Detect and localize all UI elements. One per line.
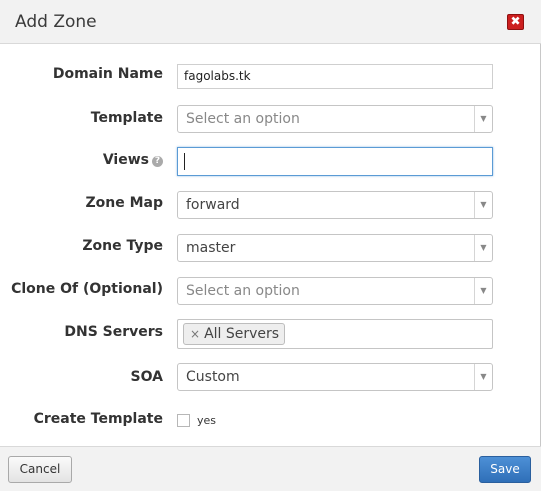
dns-servers-multiselect[interactable]: × All Servers: [177, 319, 493, 349]
clone-of-select-value: Select an option: [186, 283, 300, 299]
clone-of-select[interactable]: Select an option ▼: [177, 277, 493, 305]
domain-name-label: Domain Name: [52, 66, 163, 82]
views-input[interactable]: [177, 147, 493, 176]
create-template-checkbox-label: yes: [197, 414, 217, 427]
close-icon[interactable]: ✖: [507, 14, 524, 30]
dialog-header: Add Zone ✖: [0, 0, 541, 44]
dns-server-tag: × All Servers: [183, 323, 286, 345]
template-select[interactable]: Select an option ▼: [177, 105, 493, 133]
create-template-label: Create Template: [33, 411, 163, 427]
zone-type-select-value: master: [186, 240, 236, 256]
question-circle-icon[interactable]: ?: [152, 156, 163, 167]
chevron-down-icon: ▼: [474, 192, 492, 218]
chevron-down-icon: ▼: [474, 235, 492, 261]
chevron-down-icon: ▼: [474, 278, 492, 304]
dialog-footer: Cancel Save: [0, 446, 541, 491]
tag-remove-icon[interactable]: ×: [190, 327, 200, 341]
create-template-checkbox[interactable]: [177, 414, 190, 427]
template-label: Template: [90, 110, 163, 126]
chevron-down-icon: ▼: [474, 106, 492, 132]
cancel-button[interactable]: Cancel: [8, 456, 72, 483]
zone-map-select-value: forward: [186, 197, 240, 213]
soa-select[interactable]: Custom ▼: [177, 363, 493, 391]
zone-type-label: Zone Type: [82, 238, 163, 254]
clone-of-label: Clone Of (Optional): [11, 281, 163, 297]
domain-name-input[interactable]: fagolabs.tk: [177, 64, 493, 89]
add-zone-dialog: Add Zone ✖ Domain Name fagolabs.tk Templ…: [0, 0, 541, 491]
chevron-down-icon: ▼: [474, 364, 492, 390]
save-button[interactable]: Save: [479, 456, 531, 483]
dns-server-tag-label: All Servers: [204, 326, 280, 342]
views-label-wrap: Views?: [103, 152, 163, 168]
soa-label: SOA: [130, 369, 163, 385]
template-select-value: Select an option: [186, 111, 300, 127]
dialog-title: Add Zone: [15, 12, 97, 32]
text-caret: [184, 153, 185, 170]
zone-map-select[interactable]: forward ▼: [177, 191, 493, 219]
soa-select-value: Custom: [186, 369, 240, 385]
views-label: Views: [102, 152, 149, 168]
dns-servers-label: DNS Servers: [64, 324, 163, 340]
zone-type-select[interactable]: master ▼: [177, 234, 493, 262]
zone-map-label: Zone Map: [85, 195, 163, 211]
